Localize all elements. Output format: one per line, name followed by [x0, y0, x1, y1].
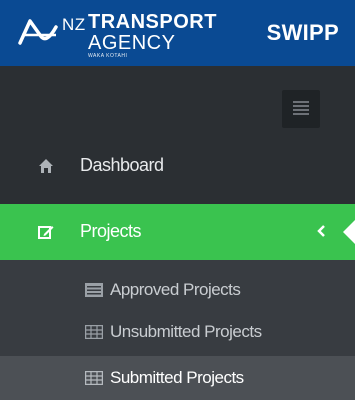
nzta-logo-mark-icon — [18, 19, 58, 45]
home-icon — [39, 159, 53, 173]
grid-icon — [85, 325, 103, 339]
submenu-item-approved-projects[interactable]: Approved Projects — [0, 270, 355, 310]
logo-tagline-text: WAKA KOTAHI — [88, 53, 128, 59]
chevron-left-icon — [317, 225, 325, 237]
edit-icon — [38, 226, 54, 239]
submenu-item-label: Unsubmitted Projects — [110, 322, 262, 341]
submenu-item-unsubmitted-projects[interactable]: Unsubmitted Projects — [0, 312, 355, 352]
projects-submenu: Approved Projects Unsubmitted Projects S… — [0, 260, 355, 400]
sidebar-item-dashboard[interactable]: Dashboard — [0, 140, 355, 192]
grid-icon — [85, 371, 103, 385]
nzta-logo[interactable]: NZ TRANSPORT AGENCY WAKA KOTAHI — [18, 9, 263, 61]
list-icon — [85, 283, 103, 297]
sidebar-item-label: Projects — [80, 221, 142, 241]
submenu-item-label: Submitted Projects — [110, 368, 244, 387]
logo-transport-text: TRANSPORT — [88, 11, 217, 33]
submenu-item-label: Approved Projects — [110, 280, 241, 299]
active-indicator — [343, 220, 355, 244]
sidebar-item-projects[interactable]: Projects — [0, 204, 355, 260]
logo-nz-text: NZ — [62, 15, 86, 34]
app-header: NZ TRANSPORT AGENCY WAKA KOTAHI SWIPP — [0, 0, 355, 66]
sidebar-toggle-button[interactable] — [282, 90, 320, 128]
sidebar-item-label: Dashboard — [80, 155, 164, 175]
app-name[interactable]: SWIPP — [267, 20, 339, 46]
menu-toggle-icon — [293, 101, 309, 115]
logo-agency-text: AGENCY — [88, 32, 176, 54]
submenu-item-submitted-projects[interactable]: Submitted Projects — [0, 356, 355, 400]
sidebar: Dashboard Projects Approved Projects Uns… — [0, 66, 355, 400]
